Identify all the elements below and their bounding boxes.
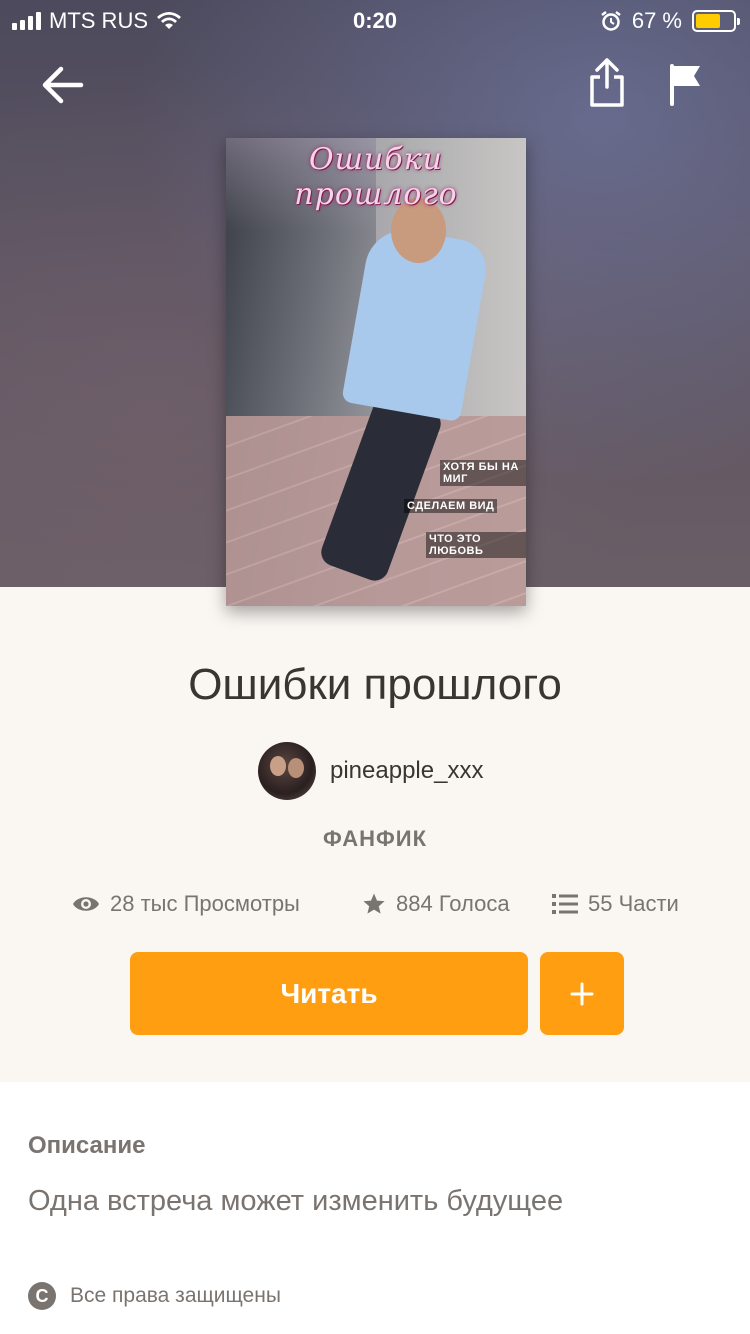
flag-icon [670,64,700,106]
avatar[interactable] [258,742,316,800]
star-icon [363,893,385,914]
copyright-icon: C [28,1282,56,1310]
parts-count: 55 Части [588,891,679,916]
battery-icon [692,10,740,32]
status-bar: MTS RUS 0:20 67 % [0,0,750,40]
alarm-icon [601,11,621,31]
share-icon [590,58,624,107]
cover-title: Ошибки прошлого [294,142,458,212]
status-right: 67 % [600,8,740,34]
genre-label: ФАНФИК [322,826,428,851]
story-title: Ошибки прошлого [188,660,562,709]
read-button[interactable]: Читать [130,952,528,1035]
add-to-library-button[interactable] [540,952,624,1035]
parts-stat: 55 Части [552,888,679,920]
cover-caption: ХОТЯ БЫ НА МИГ [440,460,526,486]
votes-stat: 884 Голоса [362,888,510,920]
views-count: 28 тыс Просмотры [110,891,300,916]
cover-caption: СДЕЛАЕМ ВИД [404,499,498,513]
copyright-text: Все права защищены [70,1284,281,1307]
battery-fill [696,14,721,28]
story-stats: 28 тыс Просмотры 884 Голоса 55 Части [0,888,750,920]
description-label: Описание [28,1132,146,1159]
list-icon [552,894,578,914]
author-name[interactable]: pineapple_xxx [330,757,483,785]
votes-count: 884 Голоса [396,891,510,916]
cover-caption: ЧТО ЭТО ЛЮБОВЬ [426,532,526,558]
report-button[interactable] [666,60,706,108]
description-text: Одна встреча может изменить будущее [28,1185,564,1217]
share-button[interactable] [584,56,630,110]
author-link[interactable]: pineapple_xxx [258,742,483,800]
eye-icon [73,897,99,911]
copyright-line: C Все права защищены [28,1282,281,1310]
plus-icon [570,982,594,1005]
arrow-left-icon [42,66,84,104]
battery-percent: 67 % [631,8,682,33]
back-button[interactable] [38,60,88,110]
story-cover[interactable]: Ошибки прошлого ХОТЯ БЫ НА МИГ СДЕЛАЕМ В… [226,138,526,606]
views-stat: 28 тыс Просмотры [72,888,300,920]
